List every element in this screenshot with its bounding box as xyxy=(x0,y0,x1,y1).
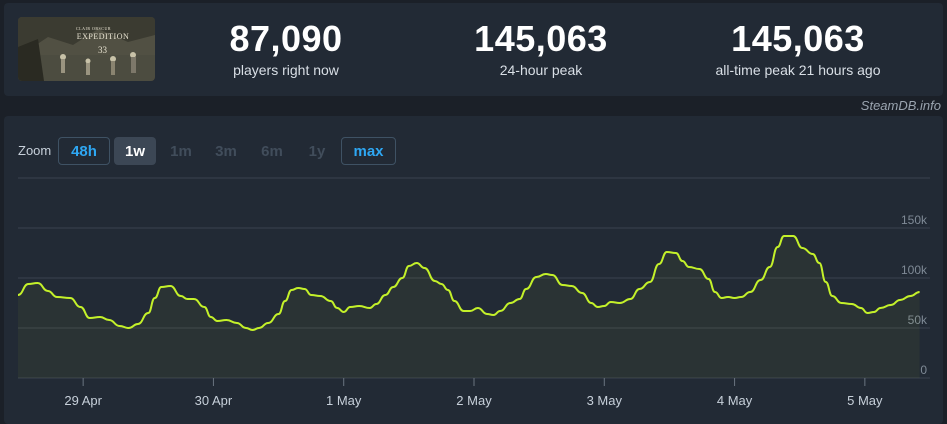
x-tick-label: 30 Apr xyxy=(195,393,233,408)
y-tick-label: 150k xyxy=(901,213,928,227)
game-thumb-number: 33 xyxy=(98,45,107,55)
all-time-peak-value: 145,063 xyxy=(731,18,865,59)
x-tick-label: 29 Apr xyxy=(64,393,102,408)
x-tick-label: 5 May xyxy=(847,393,883,408)
game-thumb-subtitle: CLAIR OBSCUR xyxy=(76,26,112,31)
stat-24h-peak: 145,063 24-hour peak xyxy=(421,18,661,79)
stat-all-time-peak: 145,063 all-time peak 21 hours ago xyxy=(678,18,918,79)
x-tick-label: 4 May xyxy=(717,393,753,408)
24h-peak-label: 24-hour peak xyxy=(499,62,583,78)
24h-peak-value: 145,063 xyxy=(474,18,608,59)
x-tick-label: 1 May xyxy=(326,393,362,408)
stat-current-players: 87,090 players right now xyxy=(166,18,406,79)
player-stats-card: CLAIR OBSCUR EXPEDITION 33 87,090 player… xyxy=(4,3,943,96)
steamdb-credit-link[interactable]: SteamDB.info xyxy=(861,98,941,113)
player-count-chart[interactable]: 050k100k150k29 Apr 30 Apr 1 May 2 May 3 May 4… xyxy=(4,116,943,424)
player-chart-card: Zoom 48h 1w 1m 3m 6m 1y max 0 50k 100k 150k… xyxy=(4,116,943,424)
x-tick-label: 3 May xyxy=(587,393,623,408)
series-area xyxy=(18,236,920,378)
game-thumb-title: EXPEDITION xyxy=(76,32,130,41)
y-tick-label: 0 xyxy=(920,363,927,377)
x-tick-label: 2 May xyxy=(456,393,492,408)
y-tick-label: 100k xyxy=(901,263,928,277)
all-time-peak-label: all-time peak 21 hours ago xyxy=(715,62,881,78)
current-players-value: 87,090 xyxy=(229,18,343,59)
current-players-label: players right now xyxy=(233,62,339,78)
game-thumbnail[interactable]: CLAIR OBSCUR EXPEDITION 33 xyxy=(18,17,155,81)
